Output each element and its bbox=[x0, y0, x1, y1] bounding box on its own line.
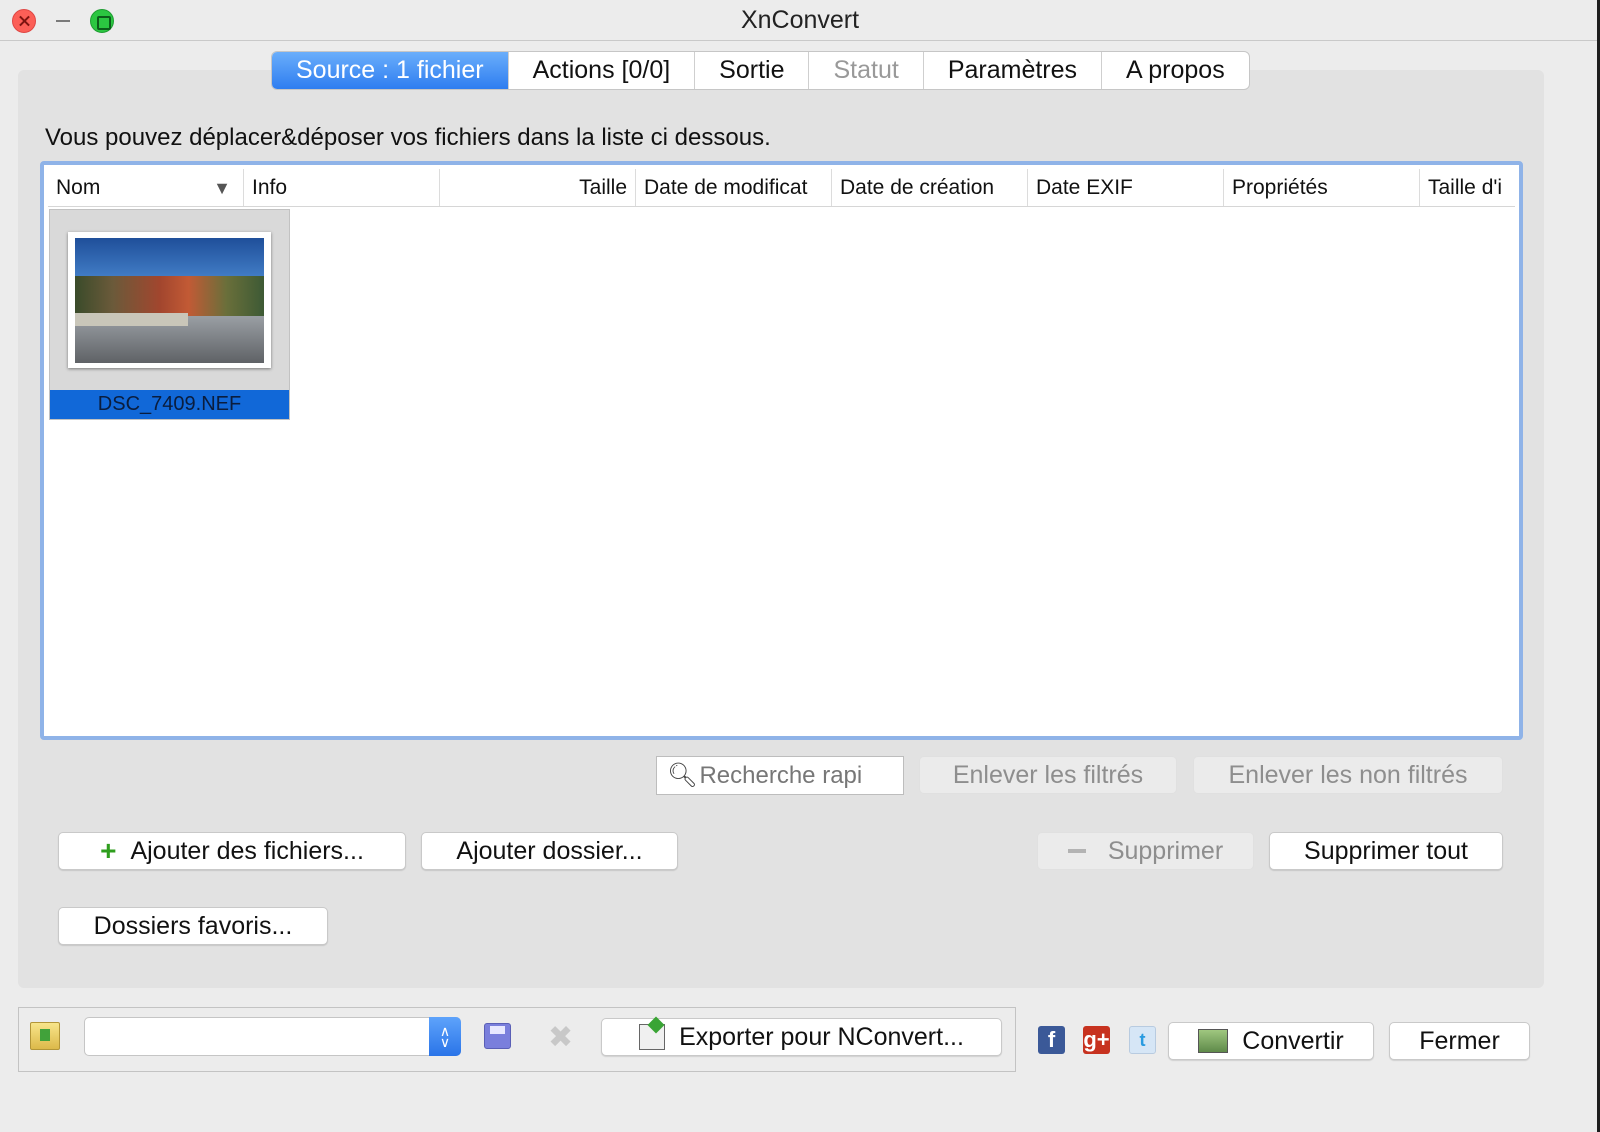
drag-drop-hint: Vous pouvez déplacer&déposer vos fichier… bbox=[45, 124, 771, 151]
twitter-icon[interactable]: t bbox=[1129, 1026, 1156, 1054]
column-label-nom: Nom bbox=[56, 176, 101, 199]
remove-filtered-button: Enlever les filtrés bbox=[919, 756, 1177, 794]
close-button[interactable]: Fermer bbox=[1389, 1022, 1530, 1060]
column-header-date-creation[interactable]: Date de création bbox=[832, 169, 1028, 206]
file-name-label: DSC_7409.NEF bbox=[50, 390, 289, 419]
preset-select[interactable]: ∧ ∨ bbox=[84, 1017, 461, 1056]
convert-label: Convertir bbox=[1242, 1026, 1344, 1055]
remove-button: Supprimer bbox=[1037, 832, 1254, 870]
column-header-date-exif[interactable]: Date EXIF bbox=[1028, 169, 1224, 206]
column-header-date-modification[interactable]: Date de modificat bbox=[636, 169, 832, 206]
facebook-icon[interactable]: f bbox=[1038, 1026, 1065, 1054]
delete-preset-icon: ✖ bbox=[548, 1021, 574, 1054]
column-header-proprietes[interactable]: Propriétés bbox=[1224, 169, 1420, 206]
main-tabs: Source : 1 fichier Actions [0/0] Sortie … bbox=[271, 51, 1250, 90]
convert-button[interactable]: Convertir bbox=[1168, 1022, 1374, 1060]
thumbnail-image bbox=[75, 238, 264, 363]
convert-image-icon bbox=[1198, 1029, 1229, 1053]
tab-parametres[interactable]: Paramètres bbox=[924, 52, 1103, 89]
column-header-taille-image[interactable]: Taille d'i bbox=[1420, 169, 1515, 206]
tab-sortie[interactable]: Sortie bbox=[695, 52, 810, 89]
tab-source[interactable]: Source : 1 fichier bbox=[272, 52, 509, 89]
file-thumbnail-item[interactable]: DSC_7409.NEF bbox=[49, 209, 290, 420]
quick-search-placeholder: Recherche rapi bbox=[699, 761, 863, 789]
search-icon: 🔍︎ bbox=[667, 762, 698, 789]
plus-icon: + bbox=[100, 835, 117, 866]
file-list[interactable]: Nom ▼ Info Taille Date de modificat Date… bbox=[40, 161, 1523, 740]
remove-label: Supprimer bbox=[1107, 836, 1224, 865]
column-header-taille[interactable]: Taille bbox=[440, 169, 636, 206]
tab-statut: Statut bbox=[809, 52, 924, 89]
chevron-updown-icon: ∧ ∨ bbox=[429, 1017, 461, 1056]
tab-a-propos[interactable]: A propos bbox=[1102, 52, 1249, 89]
remove-unfiltered-button: Enlever les non filtrés bbox=[1193, 756, 1503, 794]
sort-descending-icon: ▼ bbox=[213, 178, 231, 198]
column-header-nom[interactable]: Nom ▼ bbox=[48, 169, 244, 206]
window-titlebar: XnConvert bbox=[0, 0, 1600, 41]
add-files-button[interactable]: + Ajouter des fichiers... bbox=[58, 832, 406, 870]
remove-all-button[interactable]: Supprimer tout bbox=[1269, 832, 1503, 870]
column-header-info[interactable]: Info bbox=[244, 169, 440, 206]
add-folder-button[interactable]: Ajouter dossier... bbox=[421, 832, 678, 870]
tab-actions[interactable]: Actions [0/0] bbox=[509, 52, 696, 89]
load-preset-folder-icon[interactable] bbox=[30, 1022, 60, 1050]
favorite-folders-button[interactable]: Dossiers favoris... bbox=[58, 907, 328, 945]
save-preset-icon[interactable] bbox=[484, 1023, 511, 1049]
file-list-header: Nom ▼ Info Taille Date de modificat Date… bbox=[48, 169, 1515, 207]
export-icon bbox=[639, 1024, 666, 1050]
quick-search-input[interactable]: 🔍︎ Recherche rapi bbox=[656, 756, 904, 795]
export-nconvert-label: Exporter pour NConvert... bbox=[679, 1022, 964, 1051]
export-nconvert-button[interactable]: Exporter pour NConvert... bbox=[601, 1018, 1002, 1056]
minus-icon bbox=[1067, 849, 1086, 853]
google-plus-icon[interactable]: g+ bbox=[1083, 1026, 1110, 1054]
add-files-label: Ajouter des fichiers... bbox=[130, 836, 364, 865]
window-title: XnConvert bbox=[740, 6, 860, 34]
thumbnail-frame bbox=[68, 232, 271, 368]
